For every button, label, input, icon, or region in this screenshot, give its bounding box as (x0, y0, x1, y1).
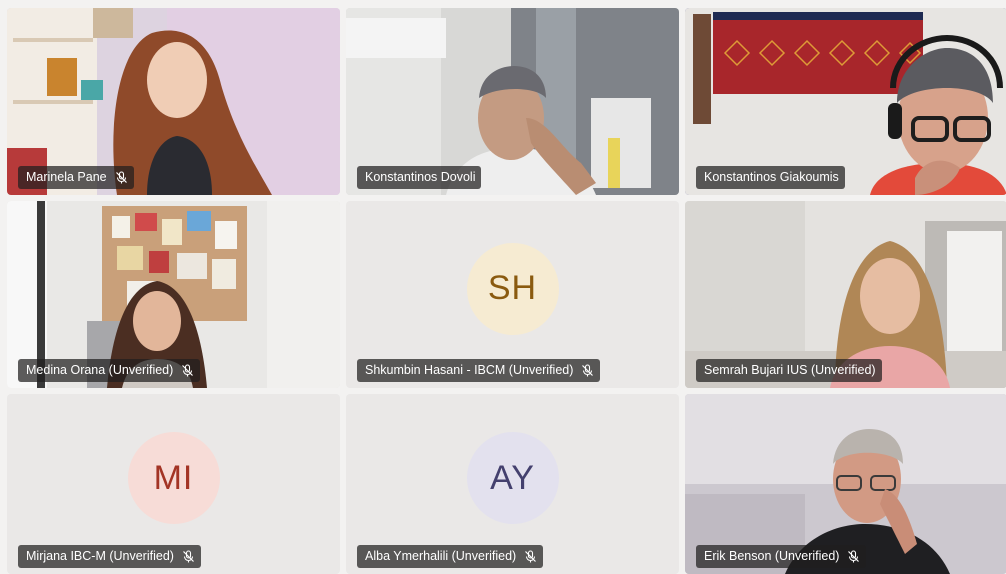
mic-off-icon (847, 550, 860, 563)
participant-tile-semrah-bujari[interactable]: Semrah Bujari IUS (Unverified) (685, 201, 1006, 388)
mic-off-icon (581, 364, 594, 377)
avatar-initials: SH (487, 269, 538, 307)
video-grid: Marinela Pane Konstantinos Dovoli Konsta… (7, 8, 1006, 574)
participant-tile-alba-ymerhalili[interactable]: AY Alba Ymerhalili (Unverified) (346, 394, 679, 574)
participant-tile-erik-benson[interactable]: Erik Benson (Unverified) (685, 394, 1006, 574)
participant-name: Konstantinos Giakoumis (704, 170, 839, 184)
participant-name-label: Shkumbin Hasani - IBCM (Unverified) (357, 359, 601, 382)
participant-tile-medina-orana[interactable]: Medina Orana (Unverified) (7, 201, 340, 388)
participant-name: Semrah Bujari IUS (Unverified) (704, 363, 876, 377)
participant-name-label: Erik Benson (Unverified) (696, 545, 867, 568)
mic-off-icon (182, 550, 195, 563)
participant-tile-shkumbin-hasani[interactable]: SH Shkumbin Hasani - IBCM (Unverified) (346, 201, 679, 388)
participant-name-label: Mirjana IBC-M (Unverified) (18, 545, 201, 568)
participant-tile-mirjana[interactable]: MI Mirjana IBC-M (Unverified) (7, 394, 340, 574)
mic-off-icon (181, 364, 194, 377)
participant-tile-konstantinos-giakoumis[interactable]: Konstantinos Giakoumis (685, 8, 1006, 195)
mic-off-icon (524, 550, 537, 563)
participant-name-label: Medina Orana (Unverified) (18, 359, 201, 382)
participant-name: Shkumbin Hasani - IBCM (Unverified) (365, 363, 574, 377)
avatar: MI (127, 432, 220, 524)
avatar: SH (466, 242, 559, 335)
participant-tile-konstantinos-dovoli[interactable]: Konstantinos Dovoli (346, 8, 679, 195)
participant-tile-marinela-pane[interactable]: Marinela Pane (7, 8, 340, 195)
participant-name: Medina Orana (Unverified) (26, 363, 174, 377)
participant-name: Alba Ymerhalili (Unverified) (365, 549, 517, 563)
participant-name: Konstantinos Dovoli (365, 170, 476, 184)
participant-name: Erik Benson (Unverified) (704, 549, 840, 563)
participant-name-label: Alba Ymerhalili (Unverified) (357, 545, 544, 568)
avatar-initials: AY (490, 458, 535, 497)
participant-name: Marinela Pane (26, 170, 107, 184)
avatar-initials: MI (153, 458, 194, 497)
participant-name-label: Konstantinos Dovoli (357, 166, 482, 189)
participant-name-label: Semrah Bujari IUS (Unverified) (696, 359, 882, 382)
participant-name-label: Konstantinos Giakoumis (696, 166, 845, 189)
avatar: AY (466, 432, 559, 524)
participant-name: Mirjana IBC-M (Unverified) (26, 549, 174, 563)
participant-name-label: Marinela Pane (18, 166, 134, 189)
mic-off-icon (115, 171, 128, 184)
